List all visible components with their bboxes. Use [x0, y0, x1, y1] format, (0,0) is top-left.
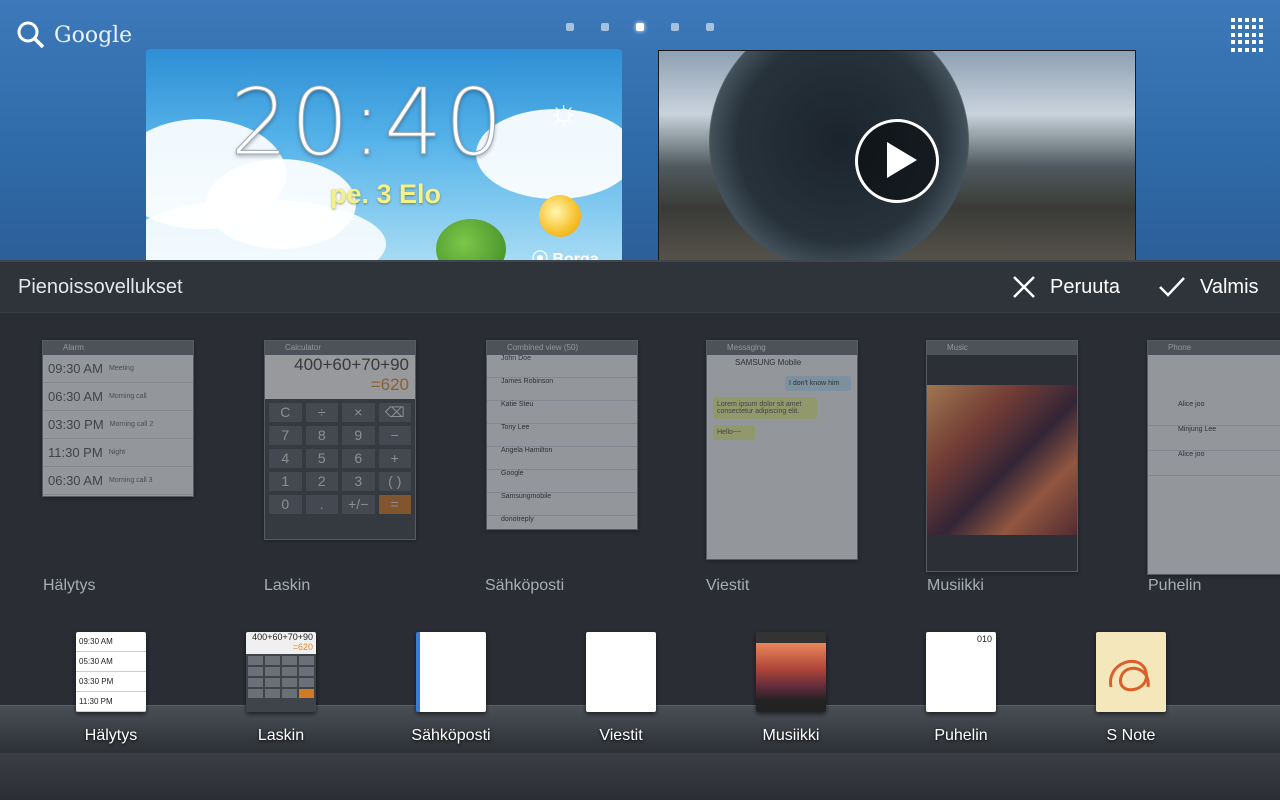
- widget-preview-music[interactable]: Music: [926, 340, 1078, 572]
- list-item: donotreply: [487, 516, 637, 529]
- play-button[interactable]: [855, 119, 939, 203]
- dock-label-snote: S Note: [1106, 727, 1156, 744]
- widget-picker-header: Pienoissovellukset Peruuta Valmis: [0, 260, 1280, 313]
- clock-time: 20:40: [229, 69, 506, 177]
- dock-label-messaging: Viestit: [599, 727, 643, 744]
- tree-graphic: [436, 219, 506, 260]
- list-item: 03:30 PM Morning call 2: [43, 411, 193, 439]
- list-item: Katie Steu: [487, 401, 637, 424]
- dock-app-email[interactable]: [416, 632, 486, 712]
- video-widget[interactable]: [658, 50, 1136, 260]
- widget-preview-phone[interactable]: Phone Alice joo Minjung Lee Alice joo: [1147, 340, 1280, 575]
- list-item: 06:30 AM Morning call: [43, 383, 193, 411]
- calculator-keypad: C ÷ × ⌫ 7 8 9− 4 5 6 + 1 2 3( ) 0. +/− =: [265, 399, 415, 518]
- dock-label-music: Musiikki: [762, 727, 820, 744]
- sun-icon: [539, 195, 581, 237]
- clock-date: pe. 3 Elo: [330, 179, 442, 209]
- snote-app-icon: [1096, 632, 1166, 712]
- list-item: 06:30 AM Morning call 3: [43, 467, 193, 495]
- list-item: Alice joo: [1148, 401, 1280, 426]
- done-label: Valmis: [1200, 275, 1259, 298]
- alarm-app-icon: 09:30 AM 05:30 AM 03:30 PM 11:30 PM: [76, 632, 146, 712]
- close-icon: [1013, 276, 1035, 298]
- list-item: Google: [487, 470, 637, 493]
- page-indicator: [566, 23, 714, 31]
- home-screen-background: Google ☼ 20:40 pe. 3 Elo ⦿ Borga: [0, 0, 1280, 260]
- apps-grid-icon[interactable]: [1231, 18, 1265, 52]
- weather-location: ⦿ Borga: [532, 251, 599, 260]
- widget-label-alarm: Hälytys: [43, 577, 96, 594]
- list-item: Samsungmobile: [487, 493, 637, 516]
- list-item: 09:30 AM Meeting: [43, 355, 193, 383]
- page-dot-1[interactable]: [566, 23, 574, 31]
- email-app-icon: [416, 632, 486, 712]
- widget-list: Alarm 09:30 AM Meeting 06:30 AM Morning ca…: [0, 312, 1280, 602]
- google-search-label: Google: [54, 22, 133, 48]
- dock-app-alarm[interactable]: 09:30 AM 05:30 AM 03:30 PM 11:30 PM: [76, 632, 146, 712]
- widget-preview-calculator[interactable]: Calculator 400+60+70+90 =620 C ÷ × ⌫ 7 8 9− 4…: [264, 340, 416, 540]
- widget-picker-title: Pienoissovellukset: [18, 276, 183, 298]
- bottom-bar: [0, 753, 1280, 800]
- widget-preview-messaging[interactable]: Messaging SAMSUNG Mobile I don't know hi…: [706, 340, 858, 560]
- widget-preview-email[interactable]: Combined view (50) John Doe James Robins…: [486, 340, 638, 530]
- phone-app-icon: 010: [926, 632, 996, 712]
- calculator-display: 400+60+70+90 =620: [265, 355, 415, 399]
- dock-label-phone: Puhelin: [934, 727, 988, 744]
- widget-preview-alarm[interactable]: Alarm 09:30 AM Meeting 06:30 AM Morning ca…: [42, 340, 194, 497]
- list-item: James Robinson: [487, 378, 637, 401]
- list-item: 11:30 PM Night: [43, 439, 193, 467]
- album-art: [927, 385, 1077, 535]
- search-icon: [17, 21, 45, 49]
- google-search-bar[interactable]: Google: [16, 18, 132, 52]
- messaging-app-icon: [586, 632, 656, 712]
- calculator-app-icon: 400+60+70+90 =620: [246, 632, 316, 712]
- list-item: John Doe: [487, 355, 637, 378]
- page-dot-4[interactable]: [671, 23, 679, 31]
- dock-label-alarm: Hälytys: [84, 727, 138, 744]
- list-item: Alice joo: [1148, 451, 1280, 476]
- weather-clock-widget[interactable]: ☼ 20:40 pe. 3 Elo ⦿ Borga: [146, 49, 622, 260]
- page-dot-3-active[interactable]: [636, 23, 644, 31]
- page-dot-2[interactable]: [601, 23, 609, 31]
- sunny-weather-icon: ☼: [548, 93, 580, 131]
- dock-label-email: Sähköposti: [411, 727, 491, 744]
- dock-app-messaging[interactable]: [586, 632, 656, 712]
- widget-label-phone: Puhelin: [1148, 577, 1202, 594]
- widget-label-calculator: Laskin: [264, 577, 311, 594]
- list-item: Minjung Lee: [1148, 426, 1280, 451]
- dock-app-snote[interactable]: [1096, 632, 1166, 712]
- check-icon: [1159, 277, 1185, 297]
- done-button[interactable]: Valmis: [1158, 272, 1259, 302]
- music-app-icon: [756, 632, 826, 712]
- dock-app-music[interactable]: [756, 632, 826, 712]
- widget-label-email: Sähköposti: [485, 577, 565, 594]
- list-item: Tony Lee: [487, 424, 637, 447]
- dock-app-phone[interactable]: 010: [926, 632, 996, 712]
- widget-label-music: Musiikki: [927, 577, 984, 594]
- page-dot-5[interactable]: [706, 23, 714, 31]
- cancel-button[interactable]: Peruuta: [1012, 272, 1120, 302]
- list-item: Angela Hamilton: [487, 447, 637, 470]
- dock-app-calculator[interactable]: 400+60+70+90 =620: [246, 632, 316, 712]
- dock-label-calculator: Laskin: [257, 727, 305, 744]
- widget-label-messaging: Viestit: [706, 577, 750, 594]
- cancel-label: Peruuta: [1050, 275, 1121, 298]
